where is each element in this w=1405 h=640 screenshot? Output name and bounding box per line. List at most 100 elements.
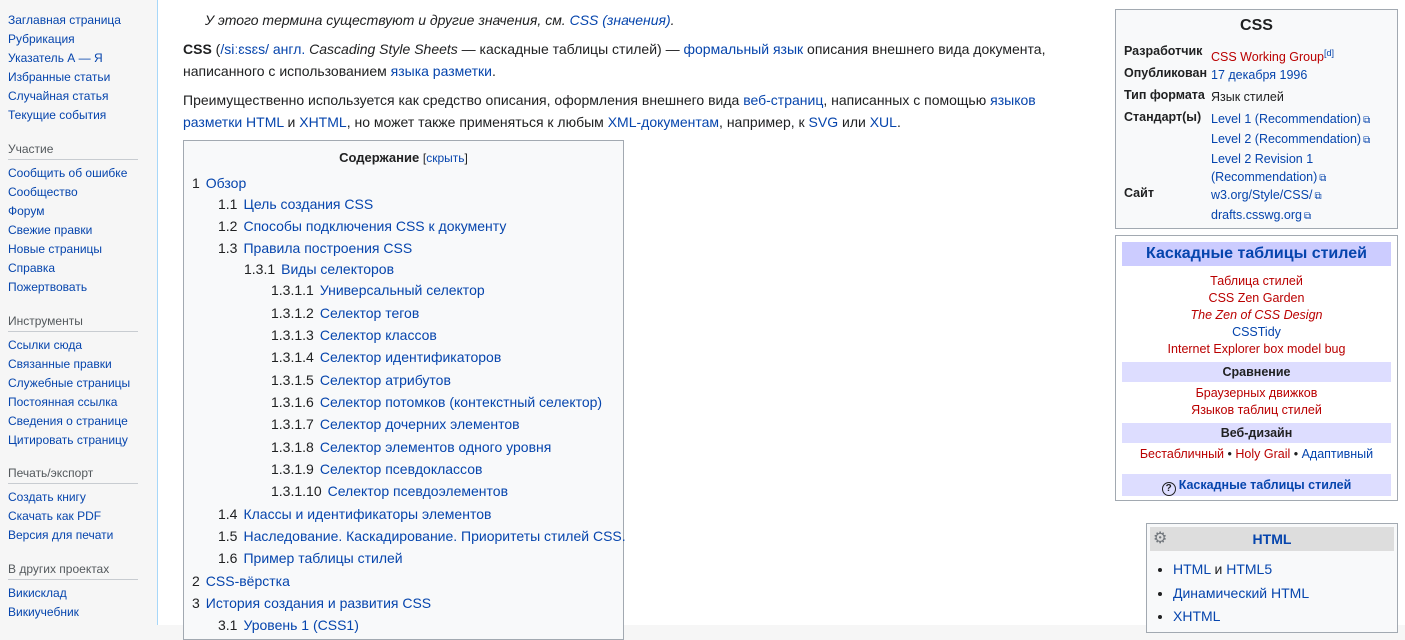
ipa-link[interactable]: /siːɛsɛs/ [220, 41, 269, 57]
sidebar-item-create-book[interactable]: Создать книгу [8, 488, 138, 507]
sidebar-item-wikibooks[interactable]: Викиучебник [8, 603, 138, 622]
navbox-title[interactable]: Каскадные таблицы стилей [1122, 242, 1391, 266]
navbox-group-webdesign: Веб-дизайн [1122, 423, 1391, 443]
sidebar-tools: Инструменты Ссылки сюда Связанные правки… [0, 314, 138, 450]
toc-item[interactable]: 1.3.1.5 Селектор атрибутов [271, 372, 451, 388]
toc-item[interactable]: 1.3.1.6 Селектор потомков (контекстный се… [271, 394, 602, 410]
navbox-html: ⚙ HTML HTML и HTML5 Динамический HTML XH… [1146, 523, 1398, 633]
lang-link[interactable]: англ. [273, 41, 305, 57]
sidebar-item-download-pdf[interactable]: Скачать как PDF [8, 507, 138, 526]
toc-item[interactable]: 1 Обзор [192, 175, 246, 191]
hatnote: У этого термина существуют и другие знач… [205, 12, 675, 28]
sidebar-item-what-links-here[interactable]: Ссылки сюда [8, 336, 138, 355]
toc-item[interactable]: 1.3.1.10 Селектор псевдоэлементов [271, 483, 508, 499]
toc-item[interactable]: 1.3.1.7 Селектор дочерних элементов [271, 416, 520, 432]
toc-item[interactable]: 1.3.1 Виды селекторов [244, 261, 394, 277]
toc-item[interactable]: 2 CSS-вёрстка [192, 573, 290, 589]
developer-link[interactable]: CSS Working Group [1211, 50, 1324, 64]
svg-link[interactable]: SVG [809, 114, 839, 130]
toc-item[interactable]: 1.3 Правила построения CSS [218, 240, 412, 256]
sidebar-item-commons[interactable]: Викисклад [8, 584, 138, 603]
lead-paragraph: CSS (/siːɛsɛs/ англ. Cascading Style She… [183, 41, 1046, 79]
sidebar-item-categories[interactable]: Рубрикация [8, 30, 121, 49]
standard-level2r1-link[interactable]: Level 2 Revision 1 [1211, 152, 1313, 166]
navbox-item[interactable]: Бестабличный [1140, 447, 1224, 461]
standard-level2r1-link-cont[interactable]: (Recommendation) [1211, 170, 1317, 184]
html-box-header: ⚙ HTML [1150, 527, 1394, 551]
sidebar-item-community[interactable]: Сообщество [8, 183, 138, 202]
navbox-item[interactable]: CSS Zen Garden [1116, 290, 1397, 307]
sidebar-other-projects: В других проектах Викисклад Викиучебник [0, 562, 138, 622]
site-w3-link[interactable]: w3.org/Style/CSS/ [1211, 188, 1312, 202]
toc-item[interactable]: 1.3.1.4 Селектор идентификаторов [271, 349, 501, 365]
navbox-group-comparison: Сравнение [1122, 362, 1391, 382]
xul-link[interactable]: XUL [870, 114, 897, 130]
sidebar-item-random[interactable]: Случайная статья [8, 87, 121, 106]
navbox-item[interactable]: Браузерных движков [1116, 385, 1397, 402]
sidebar-item-new-pages[interactable]: Новые страницы [8, 240, 138, 259]
external-link-icon: ⧉ [1314, 191, 1322, 202]
sidebar-item-forum[interactable]: Форум [8, 202, 138, 221]
toc-title: Содержание [скрыть] [339, 150, 468, 165]
toc-toggle[interactable]: [скрыть] [423, 151, 468, 165]
toc-item[interactable]: 3 История создания и развития CSS [192, 595, 431, 611]
published-date-link[interactable]: 17 декабря 1996 [1211, 68, 1307, 82]
sidebar-navigation: Заглавная страница Рубрикация Указатель … [0, 11, 121, 125]
standard-level1-link[interactable]: Level 1 (Recommendation) [1211, 112, 1361, 126]
toc-item[interactable]: 3.1 Уровень 1 (CSS1) [218, 617, 359, 633]
xhtml-link[interactable]: XHTML [299, 114, 346, 130]
sidebar-item-index[interactable]: Указатель А — Я [8, 49, 121, 68]
sidebar-heading-tools: Инструменты [8, 314, 138, 332]
gear-icon[interactable]: ⚙ [1153, 529, 1167, 549]
help-icon: ? [1161, 482, 1176, 496]
toc-item[interactable]: 1.2 Способы подключения CSS к документу [218, 218, 506, 234]
toc-item[interactable]: 1.6 Пример таблицы стилей [218, 550, 403, 566]
standard-level2-link[interactable]: Level 2 (Recommendation) [1211, 132, 1361, 146]
external-link-icon: ⧉ [1319, 173, 1327, 184]
toc-item[interactable]: 1.5 Наследование. Каскадирование. Приорит… [218, 528, 626, 544]
infobox-title: CSS [1240, 17, 1273, 34]
sidebar-item-permanent-link[interactable]: Постоянная ссылка [8, 393, 138, 412]
sidebar-item-current-events[interactable]: Текущие события [8, 106, 121, 125]
navbox-item[interactable]: Holy Grail [1235, 447, 1290, 461]
sidebar-item-help[interactable]: Справка [8, 259, 138, 278]
sidebar-item-report-error[interactable]: Сообщить об ошибке [8, 164, 138, 183]
navbox-webdesign-row: Бестабличный • Holy Grail • Адаптивный [1139, 447, 1374, 461]
sidebar-item-donate[interactable]: Пожертвовать [8, 278, 138, 297]
toc-item[interactable]: 1.3.1.1 Универсальный селектор [271, 282, 485, 298]
navbox-item[interactable]: CSSTidy [1116, 324, 1397, 341]
hatnote-link[interactable]: CSS (значения) [570, 12, 671, 28]
toc-item[interactable]: 1.3.1.9 Селектор псевдоклассов [271, 461, 482, 477]
toc-item[interactable]: 1.3.1.2 Селектор тегов [271, 305, 419, 321]
infobox: CSS Разработчик CSS Working Group[d] Опу… [1115, 9, 1398, 229]
sidebar-item-main-page[interactable]: Заглавная страница [8, 11, 121, 30]
navbox-item[interactable]: Адаптивный [1302, 447, 1374, 461]
navbox-footer[interactable]: ? Каскадные таблицы стилей [1122, 474, 1391, 496]
navbox-item[interactable]: Internet Explorer box model bug [1116, 341, 1397, 358]
toc-item[interactable]: 1.1 Цель создания CSS [218, 196, 373, 212]
wikidata-ref[interactable]: [d] [1324, 48, 1334, 58]
formal-language-link[interactable]: формальный язык [683, 41, 803, 57]
sidebar-item-related-changes[interactable]: Связанные правки [8, 355, 138, 374]
list-item: HTML и HTML5 [1173, 558, 1309, 582]
html-box-title[interactable]: HTML [1253, 531, 1292, 547]
navbox-item[interactable]: Таблица стилей [1116, 273, 1397, 290]
navbox-item[interactable]: The Zen of CSS Design [1116, 307, 1397, 324]
external-link-icon: ⧉ [1363, 135, 1371, 146]
toc-item[interactable]: 1.4 Классы и идентификаторы элементов [218, 506, 491, 522]
xml-link[interactable]: XML-документам [608, 114, 719, 130]
sidebar-item-page-info[interactable]: Сведения о странице [8, 412, 138, 431]
sidebar-item-recent-changes[interactable]: Свежие правки [8, 221, 138, 240]
toc-item[interactable]: 1.3.1.3 Селектор классов [271, 327, 437, 343]
toc-item[interactable]: 1.3.1.8 Селектор элементов одного уровня [271, 439, 551, 455]
html-box-list: HTML и HTML5 Динамический HTML XHTML [1155, 558, 1309, 629]
web-pages-link[interactable]: веб-страниц [743, 92, 823, 108]
navbox-css: Каскадные таблицы стилей Таблица стилей … [1115, 235, 1398, 501]
sidebar-item-special-pages[interactable]: Служебные страницы [8, 374, 138, 393]
sidebar-item-cite[interactable]: Цитировать страницу [8, 431, 138, 450]
sidebar-item-printable[interactable]: Версия для печати [8, 526, 138, 545]
markup-language-link[interactable]: языка разметки [391, 63, 492, 79]
navbox-item[interactable]: Языков таблиц стилей [1116, 402, 1397, 419]
site-csswg-link[interactable]: drafts.csswg.org [1211, 208, 1302, 222]
sidebar-item-featured[interactable]: Избранные статьи [8, 68, 121, 87]
